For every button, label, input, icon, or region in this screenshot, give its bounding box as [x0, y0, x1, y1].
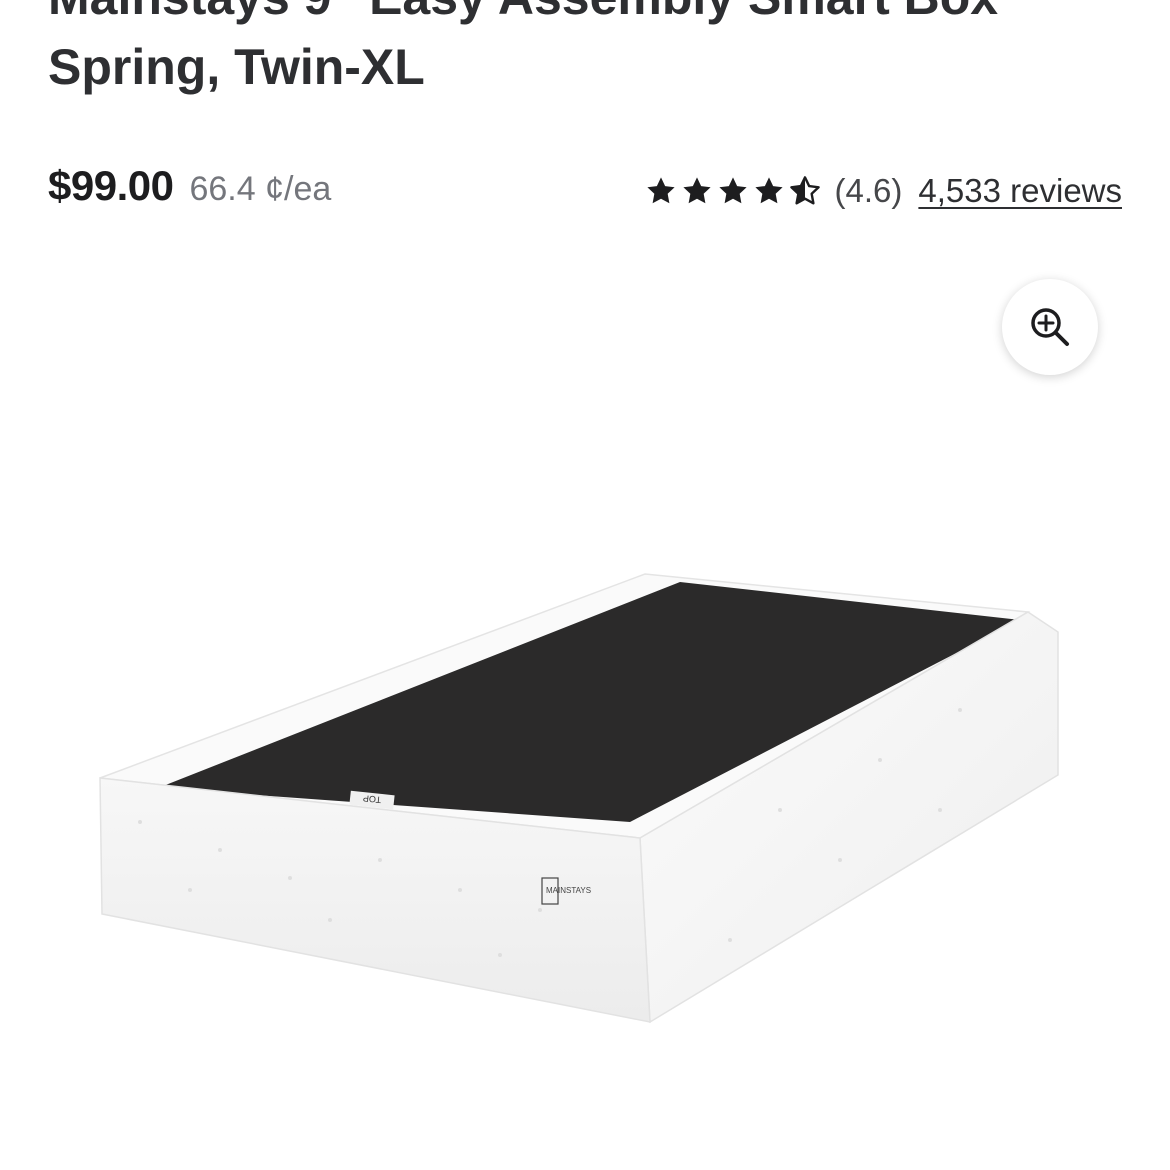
zoom-button[interactable]	[1002, 279, 1098, 375]
top-tag-text: TOP	[362, 793, 381, 805]
product-title: Mainstays 9" Easy Assembly Smart Box Spr…	[48, 0, 998, 95]
rating-row: (4.6) 4,533 reviews	[645, 166, 1122, 216]
star-rating	[645, 175, 821, 207]
price-row: $99.00 66.4 ¢/ea	[48, 162, 331, 220]
product-image[interactable]: TOP MAINSTAYS	[80, 560, 1080, 1040]
rating-value: (4.6)	[834, 172, 903, 209]
price: $99.00	[48, 162, 174, 209]
star-icon	[718, 177, 747, 204]
star-icon	[754, 177, 783, 204]
star-icon	[646, 177, 675, 204]
star-icon	[682, 177, 711, 204]
half-star-icon	[789, 176, 820, 205]
unit-price: 66.4 ¢/ea	[189, 170, 332, 208]
reviews-link[interactable]: 4,533 reviews	[918, 172, 1122, 210]
zoom-in-icon	[1031, 308, 1069, 346]
brand-label: MAINSTAYS	[546, 886, 591, 895]
